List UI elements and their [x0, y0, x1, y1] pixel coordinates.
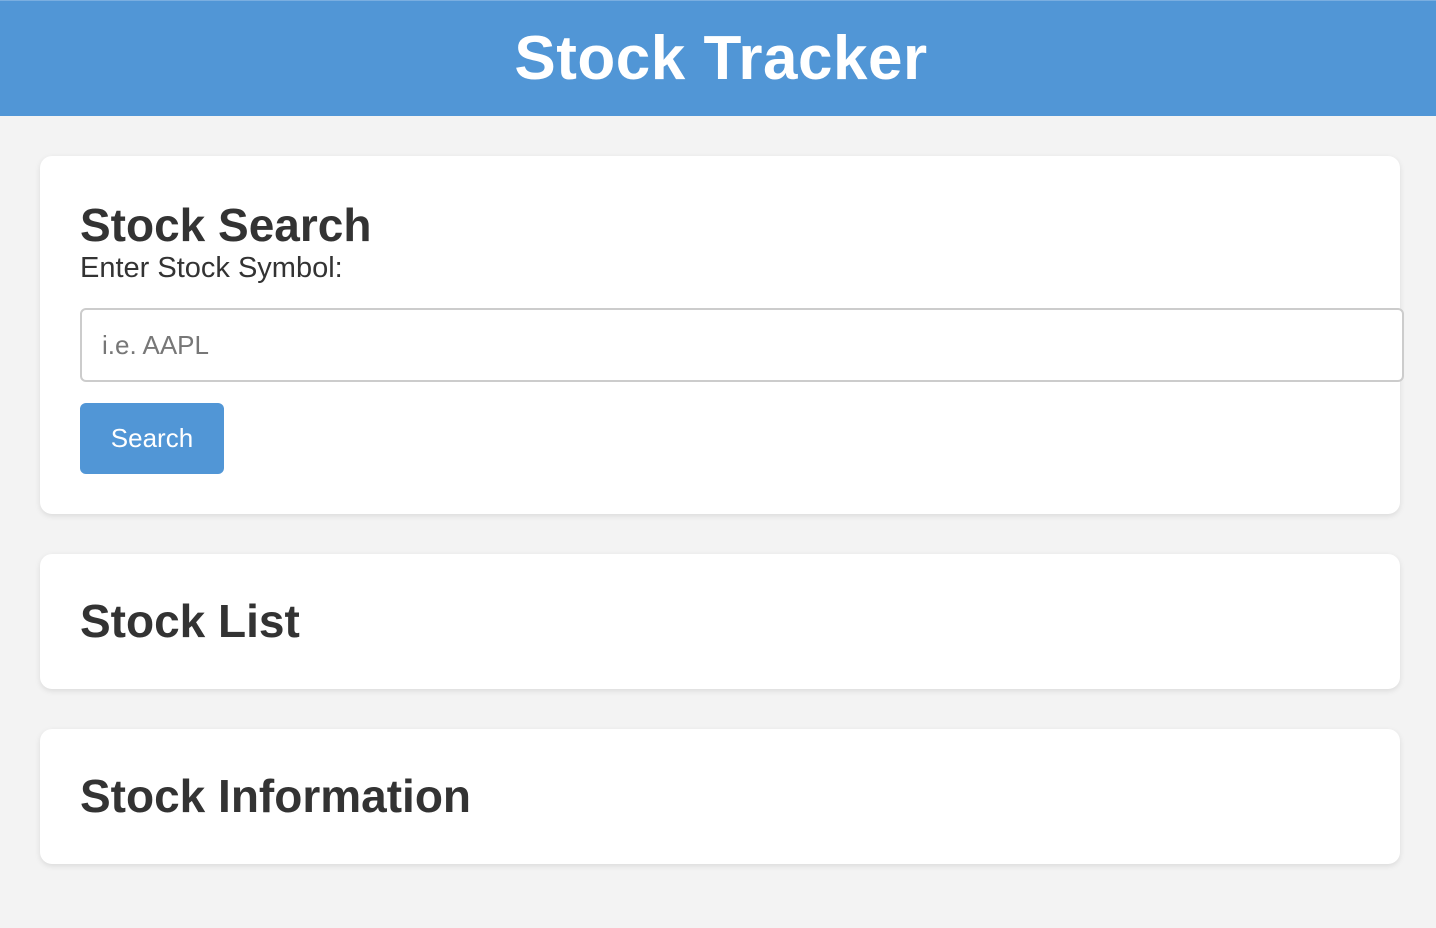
app-header: Stock Tracker	[0, 0, 1436, 116]
stock-list-card: Stock List	[40, 554, 1400, 689]
stock-list-heading: Stock List	[80, 595, 300, 647]
stock-search-heading: Stock Search	[80, 199, 372, 251]
search-button[interactable]: Search	[80, 403, 224, 474]
stock-symbol-input[interactable]	[80, 308, 1404, 382]
stock-information-heading: Stock Information	[80, 770, 472, 822]
app-title: Stock Tracker	[514, 23, 928, 93]
stock-symbol-label: Enter Stock Symbol:	[80, 252, 343, 284]
stock-search-card: Stock Search Enter Stock Symbol: Search	[40, 156, 1404, 514]
stock-information-card: Stock Information	[40, 729, 1400, 864]
